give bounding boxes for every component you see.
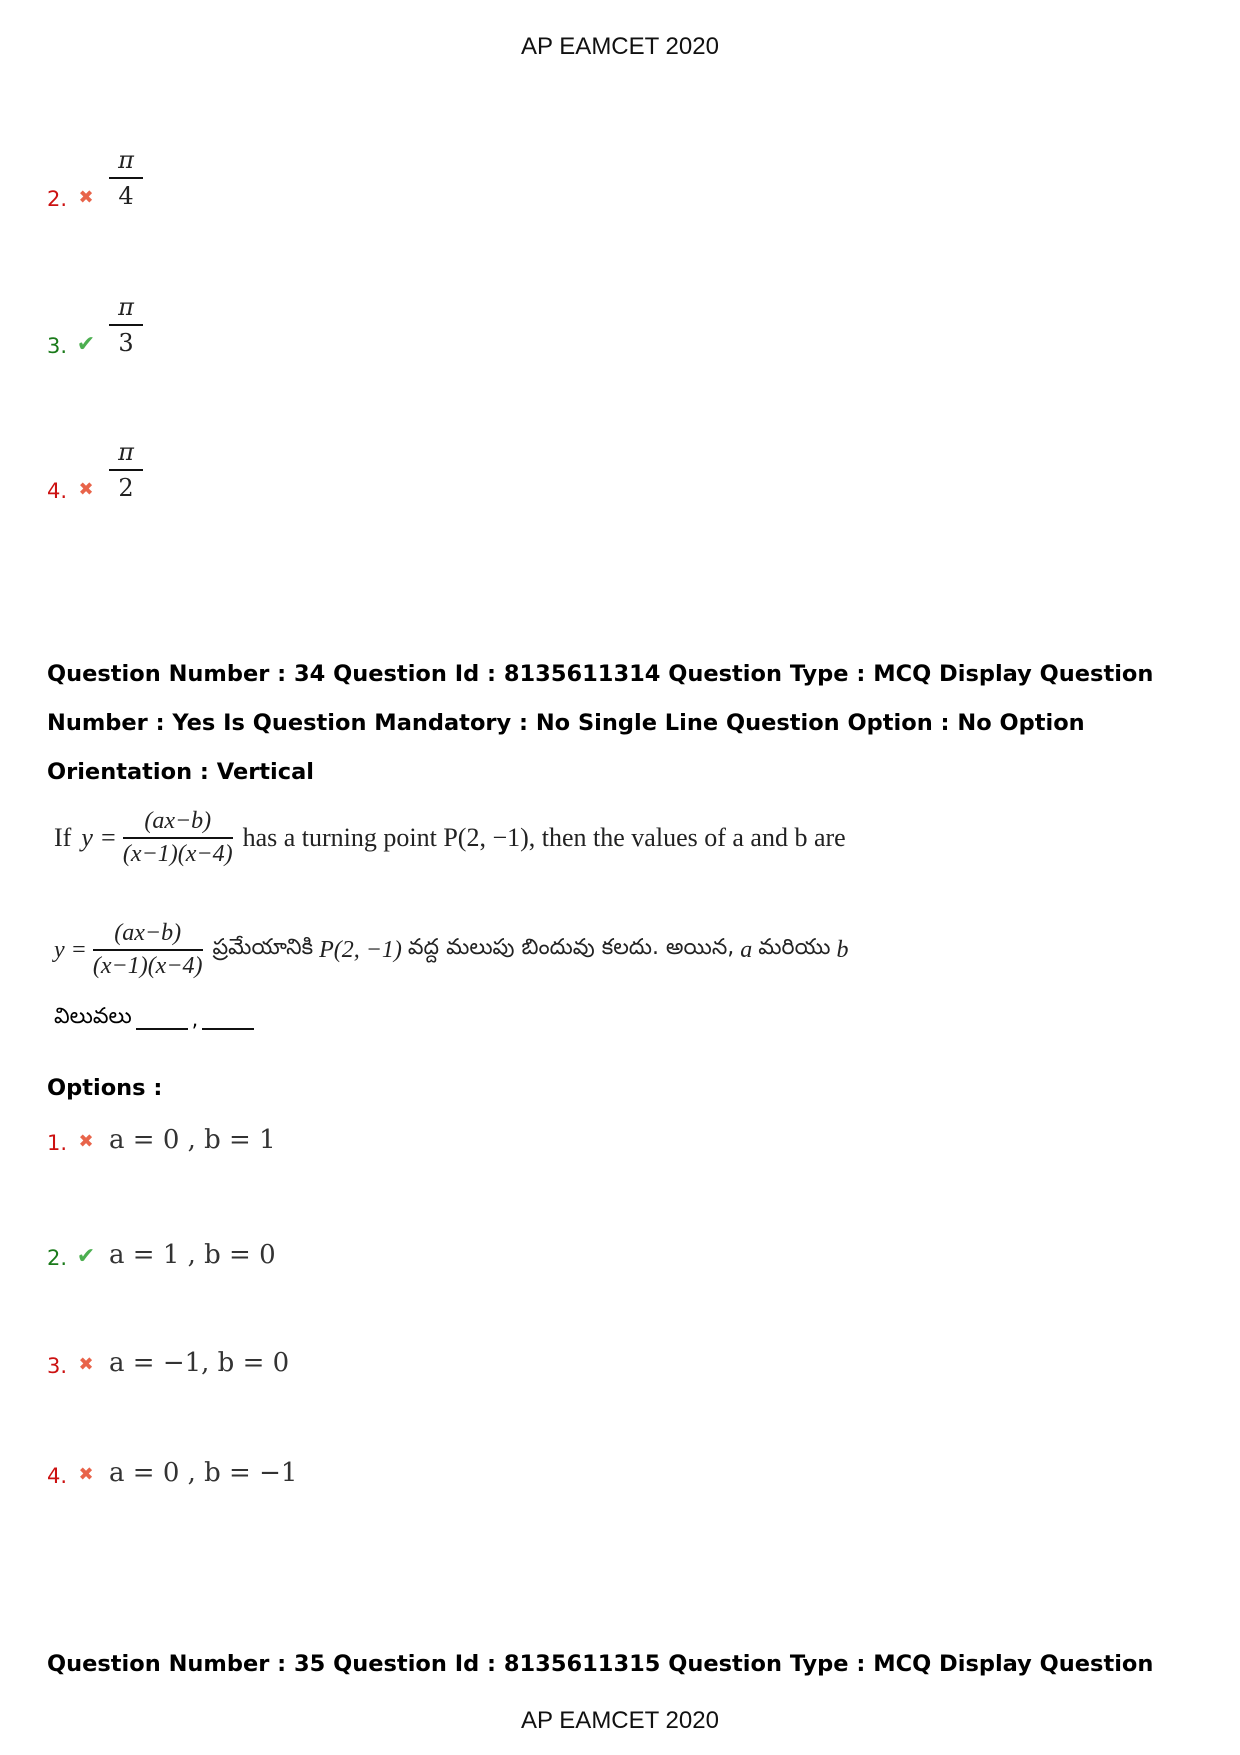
fraction-bar [109, 469, 143, 471]
cross-icon: ✖ [78, 1353, 94, 1375]
numerator: π [118, 438, 134, 466]
telugu-text-2: వద్ద మలుపు బిందువు కలదు. అయిన, [407, 935, 735, 960]
options-label: Options : [47, 1075, 163, 1101]
prev-option-3: 3. ✔ π 3 [47, 292, 143, 358]
question-34-meta: Question Number : 34 Question Id : 81356… [47, 650, 1197, 797]
option-3: 3. ✖ a = −1, b = 0 [47, 1348, 289, 1378]
meta-line-3: Orientation : Vertical [47, 759, 315, 785]
fraction: π 3 [109, 292, 143, 358]
denominator: 2 [118, 474, 134, 502]
cross-icon: ✖ [78, 186, 94, 208]
question-english: If y = (ax−b) (x−1)(x−4) has a turning p… [54, 808, 846, 868]
option-number: 4. [47, 479, 68, 503]
page-footer: AP EAMCET 2020 [521, 1707, 719, 1734]
option-number: 1. [47, 1131, 68, 1155]
option-number: 2. [47, 187, 68, 211]
option-number: 3. [47, 334, 68, 358]
answer-blank-1 [135, 1008, 188, 1030]
telugu-line-2: విలువలు [54, 1004, 132, 1029]
numerator: (ax−b) [114, 920, 182, 946]
question-prefix: If [54, 823, 72, 852]
question-fraction: (ax−b) (x−1)(x−4) [92, 920, 203, 980]
option-number: 2. [47, 1246, 68, 1270]
question-fraction: (ax−b) (x−1)(x−4) [122, 808, 233, 868]
telugu-var-b: b [836, 936, 849, 963]
meta-line-2: Number : Yes Is Question Mandatory : No … [47, 710, 1085, 736]
check-icon: ✔ [76, 331, 96, 357]
denominator: 4 [118, 182, 134, 210]
option-number: 4. [47, 1464, 68, 1488]
cross-icon: ✖ [78, 478, 94, 500]
option-text: a = 1 , b = 0 [109, 1240, 276, 1270]
denominator: 3 [118, 329, 134, 357]
telugu-text-3: మరియు [758, 935, 831, 960]
option-4: 4. ✖ a = 0 , b = −1 [47, 1458, 297, 1488]
option-1: 1. ✖ a = 0 , b = 1 [47, 1125, 276, 1155]
fraction-bar [92, 949, 203, 951]
numerator: (ax−b) [144, 808, 212, 834]
answer-blank-2 [202, 1008, 255, 1030]
fraction-bar [109, 177, 143, 179]
question-telugu: y = (ax−b) (x−1)(x−4) ప్రమేయానికి P(2, −… [54, 920, 849, 980]
cross-icon: ✖ [78, 1130, 94, 1152]
question-35-meta: Question Number : 35 Question Id : 81356… [47, 1640, 1197, 1689]
numerator: π [118, 146, 134, 174]
denominator: (x−1)(x−4) [122, 841, 233, 867]
telugu-text-1: ప్రమేయానికి [212, 935, 314, 960]
option-2: 2. ✔ a = 1 , b = 0 [47, 1240, 276, 1270]
fraction-bar [109, 324, 143, 326]
cross-icon: ✖ [78, 1463, 94, 1485]
telugu-point: P(2, −1) [319, 936, 402, 963]
prev-option-2: 2. ✖ π 4 [47, 145, 143, 211]
fraction: π 2 [109, 437, 143, 503]
question-suffix: has a turning point P(2, −1), then the v… [242, 823, 846, 852]
page-header: AP EAMCET 2020 [521, 33, 719, 60]
question-telugu-line-2: విలువలు , [54, 1004, 258, 1034]
fraction-bar [122, 837, 233, 839]
question-lhs: y = [81, 823, 117, 852]
option-number: 3. [47, 1354, 68, 1378]
meta-line-1: Question Number : 35 Question Id : 81356… [47, 1651, 1154, 1677]
question-lhs: y = [54, 936, 87, 963]
check-icon: ✔ [76, 1243, 96, 1269]
option-text: a = 0 , b = 1 [109, 1125, 276, 1155]
telugu-var-a: a [740, 936, 753, 963]
denominator: (x−1)(x−4) [92, 953, 203, 979]
prev-option-4: 4. ✖ π 2 [47, 437, 143, 503]
option-text: a = 0 , b = −1 [109, 1458, 298, 1488]
meta-line-1: Question Number : 34 Question Id : 81356… [47, 661, 1154, 687]
numerator: π [118, 293, 134, 321]
fraction: π 4 [109, 145, 143, 211]
option-text: a = −1, b = 0 [109, 1348, 290, 1378]
